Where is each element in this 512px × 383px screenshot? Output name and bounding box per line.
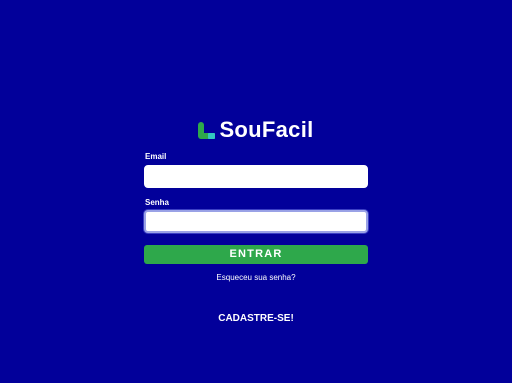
brand-logo: SouFacil: [0, 117, 512, 143]
email-field[interactable]: [144, 165, 368, 188]
brand-name: SouFacil: [219, 117, 314, 142]
signup-link[interactable]: CADASTRE-SE!: [0, 312, 512, 325]
password-label: Senha: [145, 198, 170, 207]
soufacil-logo-icon: [198, 121, 216, 139]
login-button[interactable]: ENTRAR: [144, 245, 368, 264]
password-field[interactable]: [144, 210, 368, 233]
email-label: Email: [145, 152, 167, 161]
forgot-password-link[interactable]: Esqueceu sua senha?: [0, 273, 512, 283]
